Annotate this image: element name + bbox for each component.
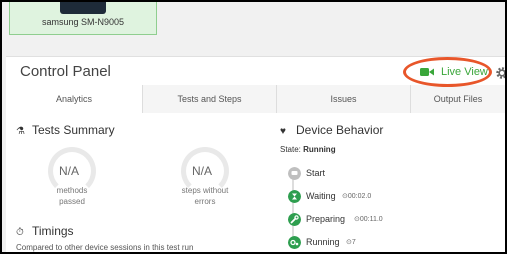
step-duration: ⊙7 bbox=[346, 239, 356, 246]
app-frame: samsung SM-N9005 Control Panel Live View… bbox=[2, 2, 505, 252]
tab-output-files[interactable]: Output Files bbox=[410, 85, 505, 113]
device-state: State: Running bbox=[280, 145, 336, 154]
tab-issues[interactable]: Issues bbox=[276, 85, 410, 113]
step-duration: ⊙00:02.0 bbox=[342, 193, 372, 200]
timeline-rail bbox=[292, 170, 294, 242]
panel-title: Control Panel bbox=[20, 63, 111, 80]
steps-without-errors-value: N/A bbox=[192, 164, 213, 178]
step-label: Waiting bbox=[306, 191, 336, 201]
device-name: samsung SM-N9005 bbox=[41, 17, 125, 27]
tab-bar: Analytics Tests and Steps Issues Output … bbox=[6, 85, 505, 113]
methods-passed-value: N/A bbox=[59, 164, 80, 178]
gear-icon[interactable] bbox=[495, 66, 505, 80]
steps-without-errors-caption-line-2: errors bbox=[194, 197, 216, 206]
step-label: Preparing bbox=[306, 214, 346, 224]
tab-tests-and-steps[interactable]: Tests and Steps bbox=[142, 85, 276, 113]
circle-icon bbox=[288, 167, 301, 180]
device-thumbnail bbox=[60, 2, 106, 14]
methods-passed-caption-line-1: methods bbox=[56, 186, 88, 195]
gears-icon bbox=[288, 236, 301, 249]
hourglass-icon bbox=[288, 190, 301, 203]
step-label: Running bbox=[306, 237, 340, 247]
stopwatch-icon: ⏱ bbox=[16, 227, 24, 238]
tab-analytics[interactable]: Analytics bbox=[6, 85, 142, 113]
steps-without-errors-caption-line-1: steps without bbox=[181, 186, 229, 195]
heartbeat-icon: ♥ bbox=[280, 126, 286, 137]
live-view-highlight bbox=[403, 57, 492, 87]
methods-passed-caption: methods passed bbox=[42, 185, 102, 207]
device-card[interactable]: samsung SM-N9005 bbox=[9, 2, 157, 35]
timings-note: Compared to other device sessions in thi… bbox=[16, 243, 194, 252]
tests-summary-title: Tests Summary bbox=[32, 123, 115, 137]
timings-heading: ⏱ Timings bbox=[16, 224, 74, 238]
wrench-icon bbox=[288, 213, 301, 226]
flask-icon: ⚗ bbox=[16, 126, 25, 137]
tests-summary-heading: ⚗ Tests Summary bbox=[16, 123, 115, 137]
step-label: Start bbox=[306, 168, 326, 178]
device-behavior-title: Device Behavior bbox=[296, 123, 384, 137]
device-behavior-heading: ♥ Device Behavior bbox=[280, 123, 383, 137]
step-duration: ⊙00:11.0 bbox=[354, 216, 383, 223]
steps-without-errors-caption: steps without errors bbox=[170, 185, 240, 207]
state-label: State: bbox=[280, 145, 301, 154]
methods-passed-caption-line-2: passed bbox=[59, 197, 85, 206]
timings-title: Timings bbox=[32, 224, 74, 238]
state-value: Running bbox=[303, 145, 336, 154]
